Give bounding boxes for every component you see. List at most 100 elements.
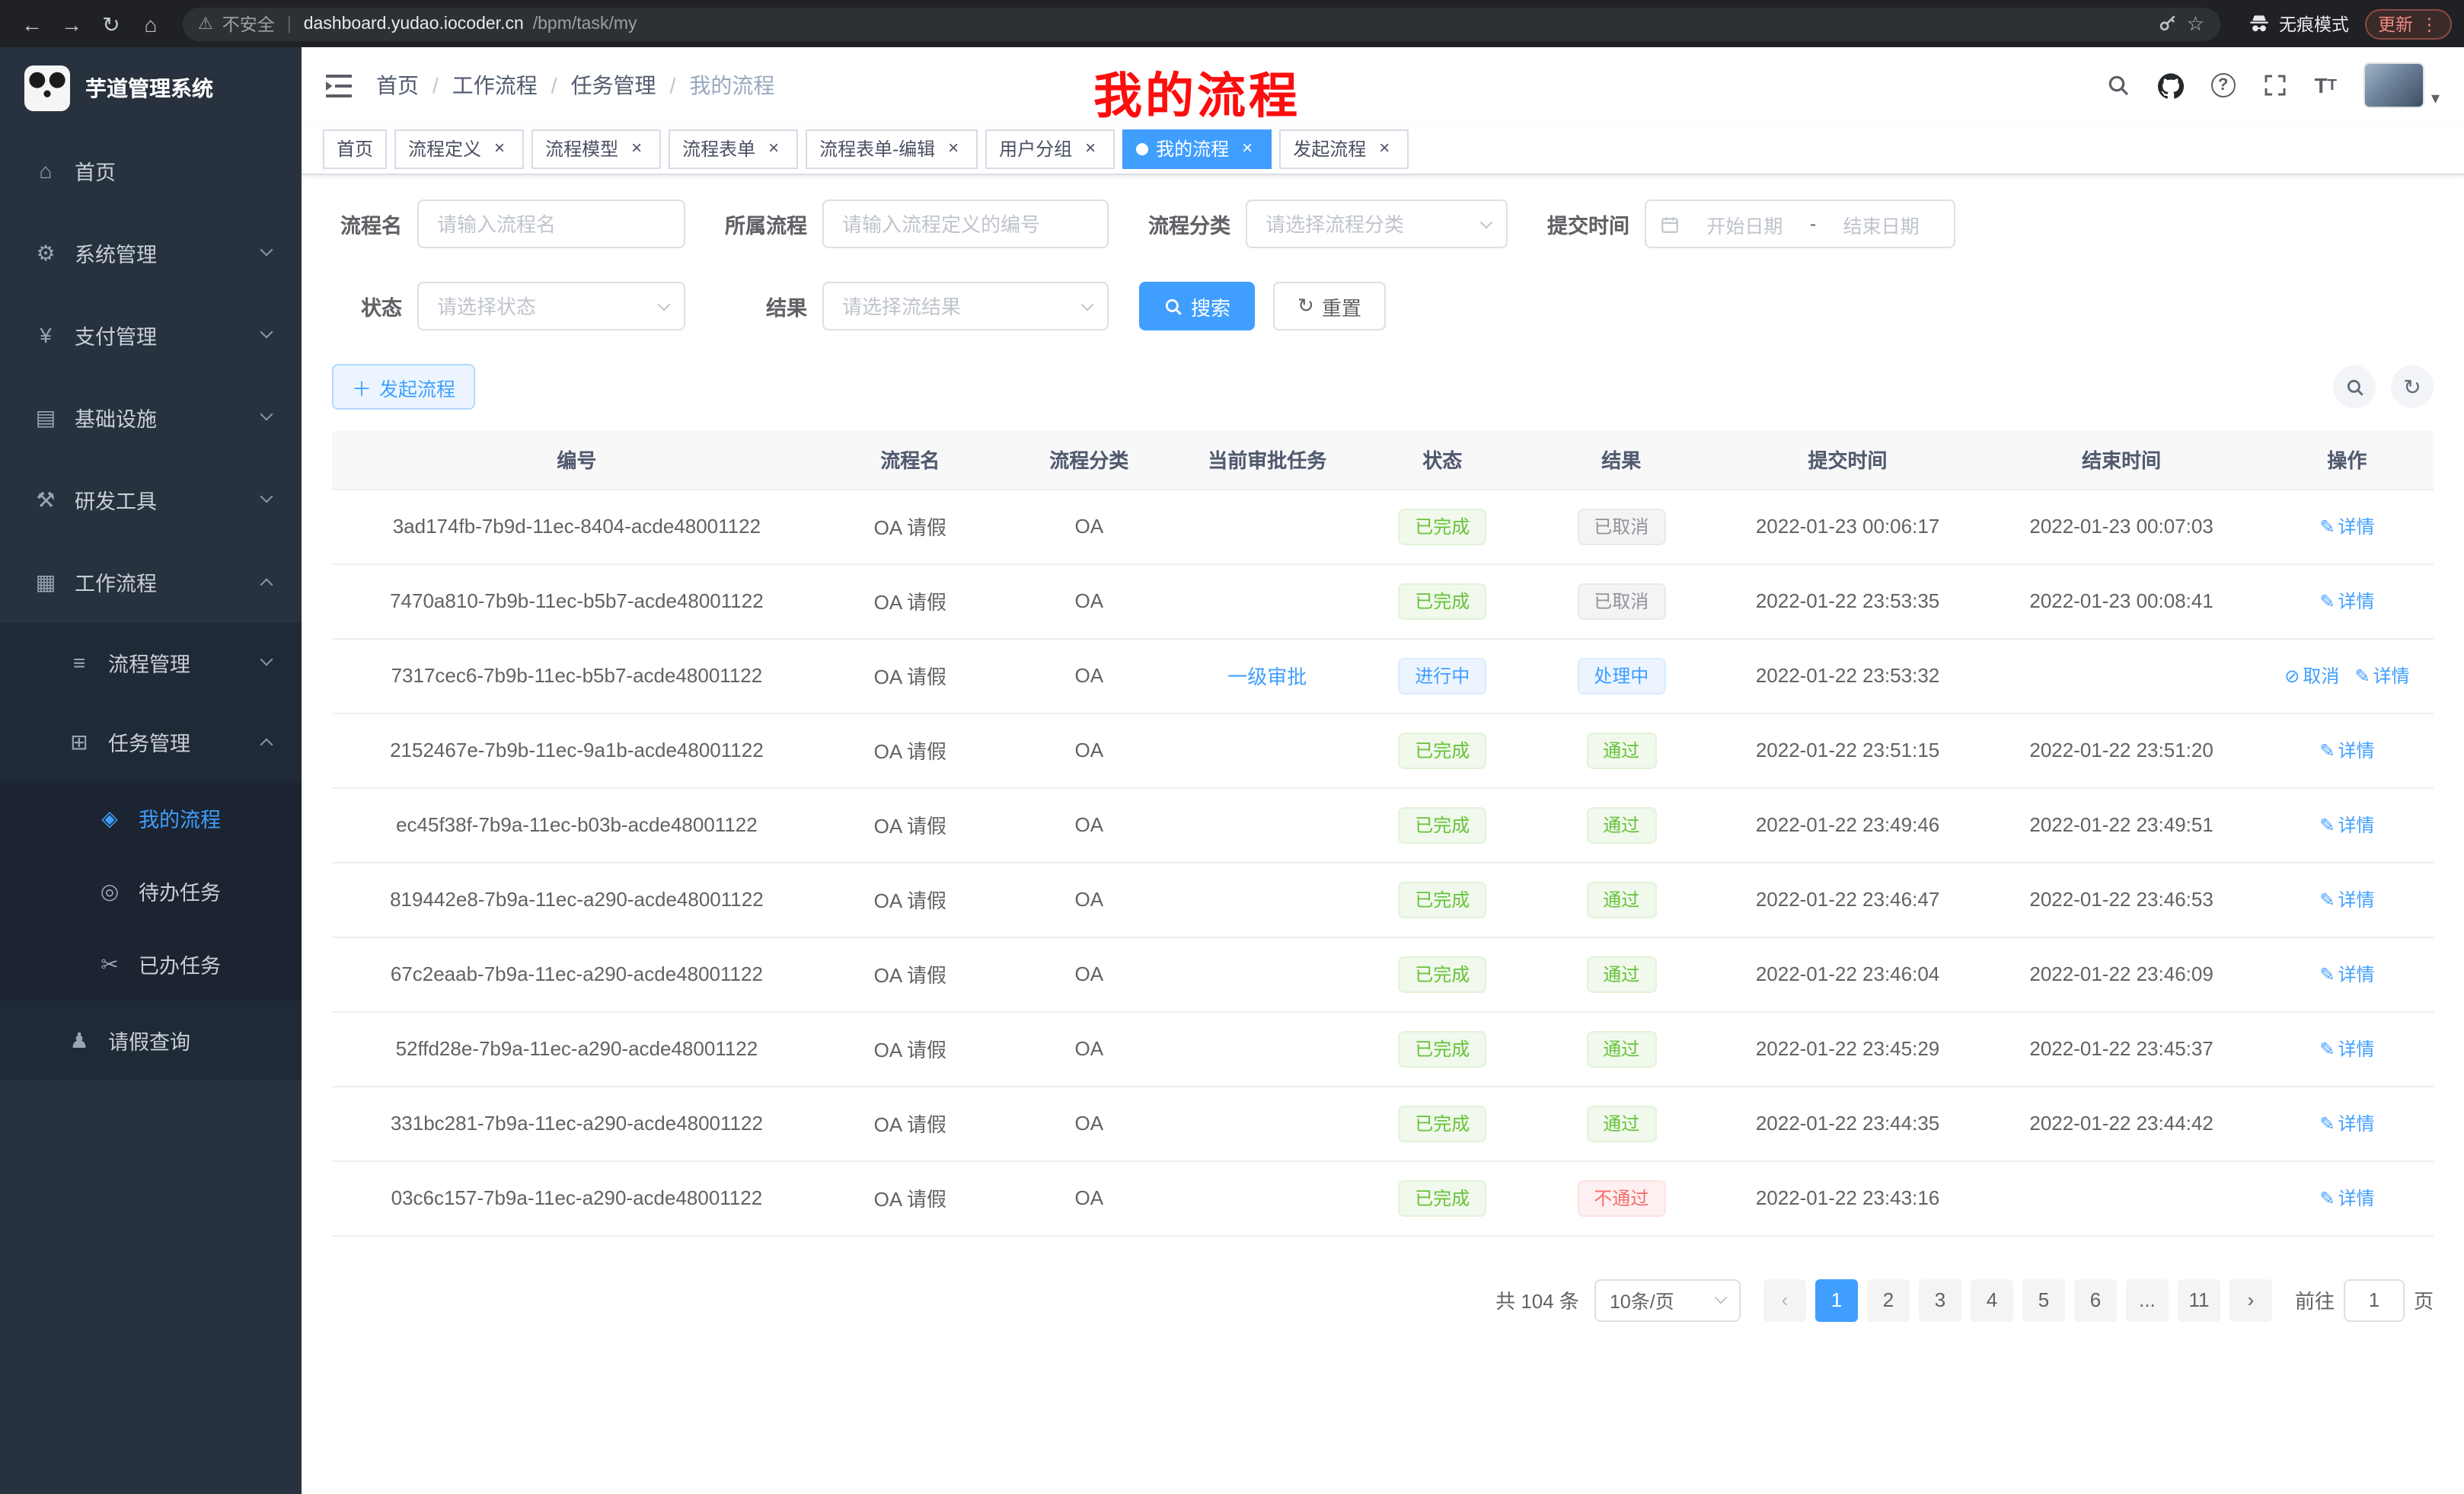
sidebar-item-dev-tools[interactable]: ⚒研发工具 [0,458,302,541]
detail-link[interactable]: ✎详情 [2319,815,2374,836]
prev-page-button[interactable]: ‹ [1763,1279,1806,1321]
update-button[interactable]: 更新 ⋮ [2364,8,2452,39]
fullscreen-icon[interactable] [2263,73,2287,97]
sidebar-item-todo-tasks[interactable]: ◎待办任务 [0,854,302,927]
tab-start-process[interactable]: 发起流程× [1279,129,1409,168]
tab-home[interactable]: 首页 [323,129,387,168]
process-definition-input[interactable] [822,200,1109,248]
result-select-input[interactable] [822,282,1109,330]
page-button[interactable]: 3 [1919,1279,1961,1321]
cell-result: 通过 [1530,937,1713,1011]
page-button[interactable]: 5 [2022,1279,2065,1321]
search-button[interactable]: 搜索 [1139,282,1255,330]
github-icon[interactable] [2158,72,2184,98]
security-label[interactable]: 不安全 [222,11,275,36]
column-header: 编号 [332,431,822,489]
reset-button[interactable]: ↻ 重置 [1273,282,1386,330]
hamburger-icon[interactable] [326,74,352,97]
breadcrumb-item[interactable]: 首页 [376,70,419,101]
sidebar-item-workflow[interactable]: ▦工作流程 [0,541,302,623]
breadcrumb-item[interactable]: 任务管理 [571,70,656,101]
chevron-down-icon [260,490,273,503]
edit-icon: ✎ [2319,516,2335,538]
toggle-search-button[interactable] [2333,366,2376,408]
sidebar-item-task-mgmt[interactable]: ⊞任务管理 [0,702,302,781]
next-page-button[interactable]: › [2229,1279,2272,1321]
close-icon[interactable]: × [489,138,510,159]
password-key-icon[interactable] [2158,14,2178,34]
forward-button[interactable]: → [52,5,91,42]
home-button[interactable]: ⌂ [131,5,171,42]
cancel-link[interactable]: ⊘取消 [2284,666,2339,687]
page-button[interactable]: 11 [2178,1279,2220,1321]
address-bar[interactable]: ⚠ 不安全 | dashboard.yudao.iocoder.cn/bpm/t… [183,7,2220,40]
sidebar-item-process-mgmt[interactable]: ≡流程管理 [0,623,302,702]
breadcrumb-item[interactable]: 工作流程 [452,70,538,101]
search-icon[interactable] [2106,73,2130,97]
status-select[interactable] [417,282,685,330]
detail-link[interactable]: ✎详情 [2319,740,2374,761]
close-icon[interactable]: × [1374,138,1395,159]
sidebar-item-label: 工作流程 [75,567,262,597]
tab-process-definition[interactable]: 流程定义× [394,129,524,168]
category-select-input[interactable] [1246,200,1508,248]
sidebar-item-infrastructure[interactable]: ▤基础设施 [0,376,302,458]
tab-process-model[interactable]: 流程模型× [531,129,661,168]
close-icon[interactable]: × [1080,138,1101,159]
sidebar-item-system[interactable]: ⚙系统管理 [0,212,302,294]
detail-link[interactable]: ✎详情 [2319,964,2374,985]
avatar[interactable] [2364,62,2425,108]
sidebar-item-home[interactable]: ⌂首页 [0,129,302,212]
tab-user-group[interactable]: 用户分组× [985,129,1115,168]
refresh-table-button[interactable]: ↻ [2391,366,2434,408]
detail-link[interactable]: ✎详情 [2319,1039,2374,1060]
create-process-button[interactable]: ＋ 发起流程 [332,364,475,410]
page-button[interactable]: 1 [1815,1279,1858,1321]
detail-link[interactable]: ✎详情 [2319,516,2374,538]
font-size-icon[interactable]: TT [2315,73,2337,97]
detail-link[interactable]: ✎详情 [2319,1188,2374,1209]
tab-process-form[interactable]: 流程表单 × [669,129,798,168]
cell-category: OA [999,638,1179,713]
detail-link[interactable]: ✎详情 [2319,591,2374,612]
sidebar-item-my-process[interactable]: ◈我的流程 [0,781,302,854]
sidebar-item-leave-query[interactable]: ♟请假查询 [0,1001,302,1080]
goto-page-input[interactable] [2344,1279,2405,1321]
cell-id: ec45f38f-7b9a-11ec-b03b-acde48001122 [332,787,822,862]
close-icon[interactable]: × [943,138,964,159]
process-name-input[interactable] [417,200,685,248]
help-icon[interactable]: ? [2211,73,2236,97]
page-button[interactable]: 4 [1971,1279,2013,1321]
page-button[interactable]: 6 [2074,1279,2117,1321]
page-button[interactable]: 2 [1867,1279,1910,1321]
cell-submit-time: 2022-01-22 23:49:46 [1713,787,1983,862]
back-button[interactable]: ← [12,5,52,42]
result-select[interactable] [822,282,1109,330]
browser-menu-icon[interactable]: ⋮ [2421,13,2438,34]
tab-my-process[interactable]: 我的流程× [1122,129,1272,168]
status-tag: 进行中 [1398,657,1486,694]
tab-label: 流程表单 [682,136,755,161]
detail-link[interactable]: ✎详情 [2354,666,2409,687]
detail-link[interactable]: ✎详情 [2319,1113,2374,1135]
tab-process-form-edit[interactable]: 流程表单-编辑× [806,129,978,168]
reload-button[interactable]: ↻ [91,5,131,42]
close-icon[interactable]: × [626,138,647,159]
close-icon[interactable]: × [1237,138,1258,159]
user-menu[interactable]: ▾ [2364,62,2440,108]
date-range-picker[interactable]: 开始日期 - 结束日期 [1645,200,1955,248]
task-link[interactable]: 一级审批 [1227,666,1307,688]
status-tag: 已完成 [1398,806,1486,843]
bookmark-star-icon[interactable]: ☆ [2187,11,2204,36]
result-tag: 通过 [1586,732,1656,768]
status-select-input[interactable] [417,282,685,330]
more-pages-button[interactable]: ... [2126,1279,2169,1321]
page-size-select[interactable]: 10条/页 [1594,1279,1741,1321]
edit-icon: ✎ [2319,815,2335,836]
sidebar-item-payment[interactable]: ¥支付管理 [0,294,302,376]
category-select[interactable] [1246,200,1508,248]
infrastructure-icon: ▤ [30,404,61,430]
sidebar-item-done-tasks[interactable]: ✂已办任务 [0,927,302,1001]
close-icon[interactable]: × [763,138,784,159]
detail-link[interactable]: ✎详情 [2319,889,2374,911]
